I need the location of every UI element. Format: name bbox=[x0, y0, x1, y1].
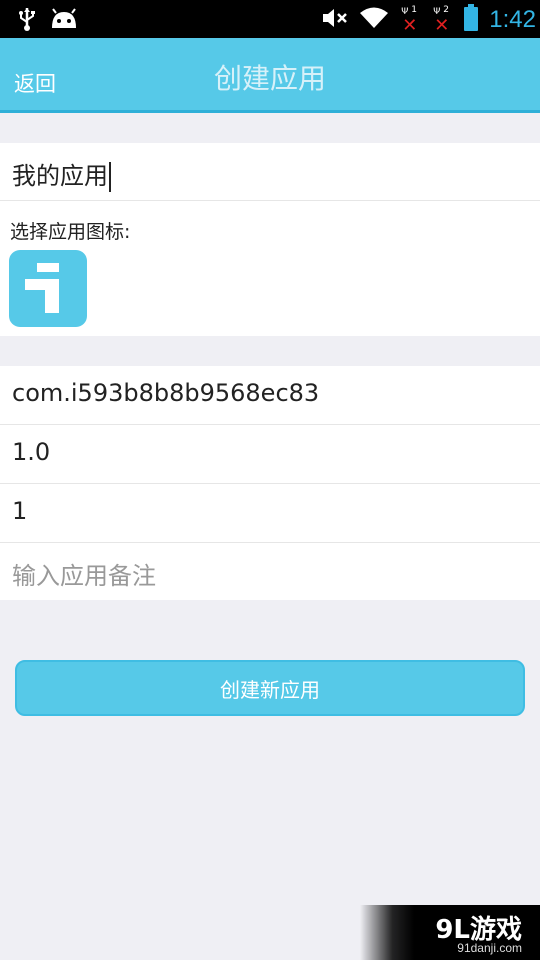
icon-picker-row: 选择应用图标: bbox=[0, 201, 540, 336]
app-name-row[interactable]: 我的应用 bbox=[0, 143, 540, 201]
version-name-input[interactable]: 1.0 bbox=[12, 438, 50, 466]
version-code-row[interactable]: 1 bbox=[0, 484, 540, 543]
version-code-input[interactable]: 1 bbox=[12, 497, 27, 525]
no-signal-icon: Ψ 2 ✕ bbox=[433, 5, 450, 36]
watermark-url: 91danji.com bbox=[457, 941, 522, 955]
wifi-icon bbox=[359, 6, 389, 34]
mute-icon bbox=[321, 6, 349, 34]
usb-icon bbox=[16, 6, 38, 36]
app-name-input[interactable]: 我的应用 bbox=[12, 156, 111, 192]
app-info-section: 我的应用 选择应用图标: bbox=[0, 143, 540, 336]
page-title: 创建应用 bbox=[213, 62, 326, 95]
remark-row[interactable]: 输入应用备注 bbox=[0, 543, 540, 601]
remark-input[interactable]: 输入应用备注 bbox=[12, 556, 156, 591]
battery-icon bbox=[463, 4, 479, 36]
app-details-section: com.i593b8b8b9568ec83 1.0 1 输入应用备注 bbox=[0, 366, 540, 600]
status-bar: Ψ 1 ✕ Ψ 2 ✕ 1:42 bbox=[0, 0, 540, 38]
text-cursor bbox=[109, 162, 111, 192]
app-name-value: 我的应用 bbox=[12, 162, 108, 190]
no-signal-icon: Ψ 1 ✕ bbox=[401, 5, 418, 36]
info-icon[interactable] bbox=[9, 250, 87, 327]
icon-picker-label: 选择应用图标: bbox=[10, 221, 131, 243]
package-name-row[interactable]: com.i593b8b8b9568ec83 bbox=[0, 366, 540, 425]
android-icon bbox=[50, 8, 78, 34]
package-name-input[interactable]: com.i593b8b8b9568ec83 bbox=[12, 379, 319, 407]
status-time: 1:42 bbox=[489, 6, 536, 33]
create-app-button[interactable]: 创建新应用 bbox=[15, 660, 525, 716]
app-header: 返回 创建应用 bbox=[0, 38, 540, 113]
version-name-row[interactable]: 1.0 bbox=[0, 425, 540, 484]
watermark: 9L游戏 91danji.com bbox=[360, 905, 540, 960]
